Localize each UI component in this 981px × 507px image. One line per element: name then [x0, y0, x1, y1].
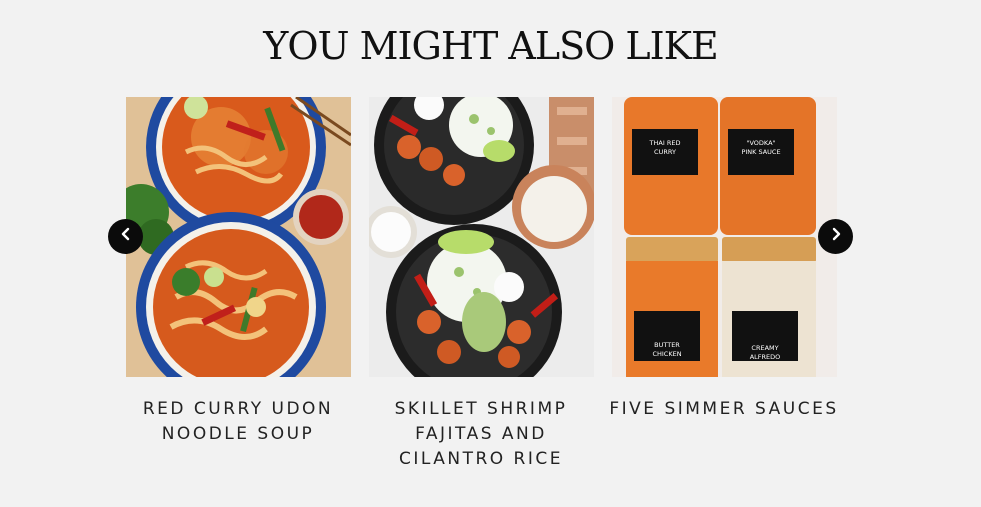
jar-label-thai-red-curry: THAI RED CURRY: [649, 139, 681, 156]
jar-label-vodka-pink-sauce: "VODKA" PINK SAUCE: [741, 139, 780, 156]
recipe-card-simmer-sauces[interactable]: THAI RED CURRY "VODKA" PINK SAUCE BUTTER CH…: [609, 97, 837, 422]
section-title: YOU MIGHT ALSO LIKE: [263, 24, 719, 68]
chevron-right-icon: [829, 227, 843, 246]
recipe-card-shrimp-fajitas[interactable]: SKILLET SHRIMP FAJITAS AND CILANTRO RICE: [369, 97, 594, 472]
recipe-card-red-curry-udon[interactable]: RED CURRY UDON NOODLE SOUP: [126, 97, 351, 447]
shrimp-fajitas-photo[interactable]: [369, 97, 594, 377]
jar-label-butter-chicken: BUTTER CHICKEN: [652, 341, 681, 358]
simmer-sauces-photo[interactable]: THAI RED CURRY "VODKA" PINK SAUCE BUTTER CH…: [612, 97, 837, 377]
recipe-title[interactable]: SKILLET SHRIMP FAJITAS AND CILANTRO RICE: [361, 397, 601, 472]
recipe-title[interactable]: FIVE SIMMER SAUCES: [604, 397, 844, 422]
recipe-title[interactable]: RED CURRY UDON NOODLE SOUP: [118, 397, 358, 447]
carousel-next-button[interactable]: [818, 219, 853, 254]
chevron-left-icon: [119, 227, 133, 246]
red-curry-udon-photo[interactable]: [126, 97, 351, 377]
carousel-prev-button[interactable]: [108, 219, 143, 254]
jar-label-creamy-alfredo: CREAMY ALFREDO: [750, 344, 781, 361]
